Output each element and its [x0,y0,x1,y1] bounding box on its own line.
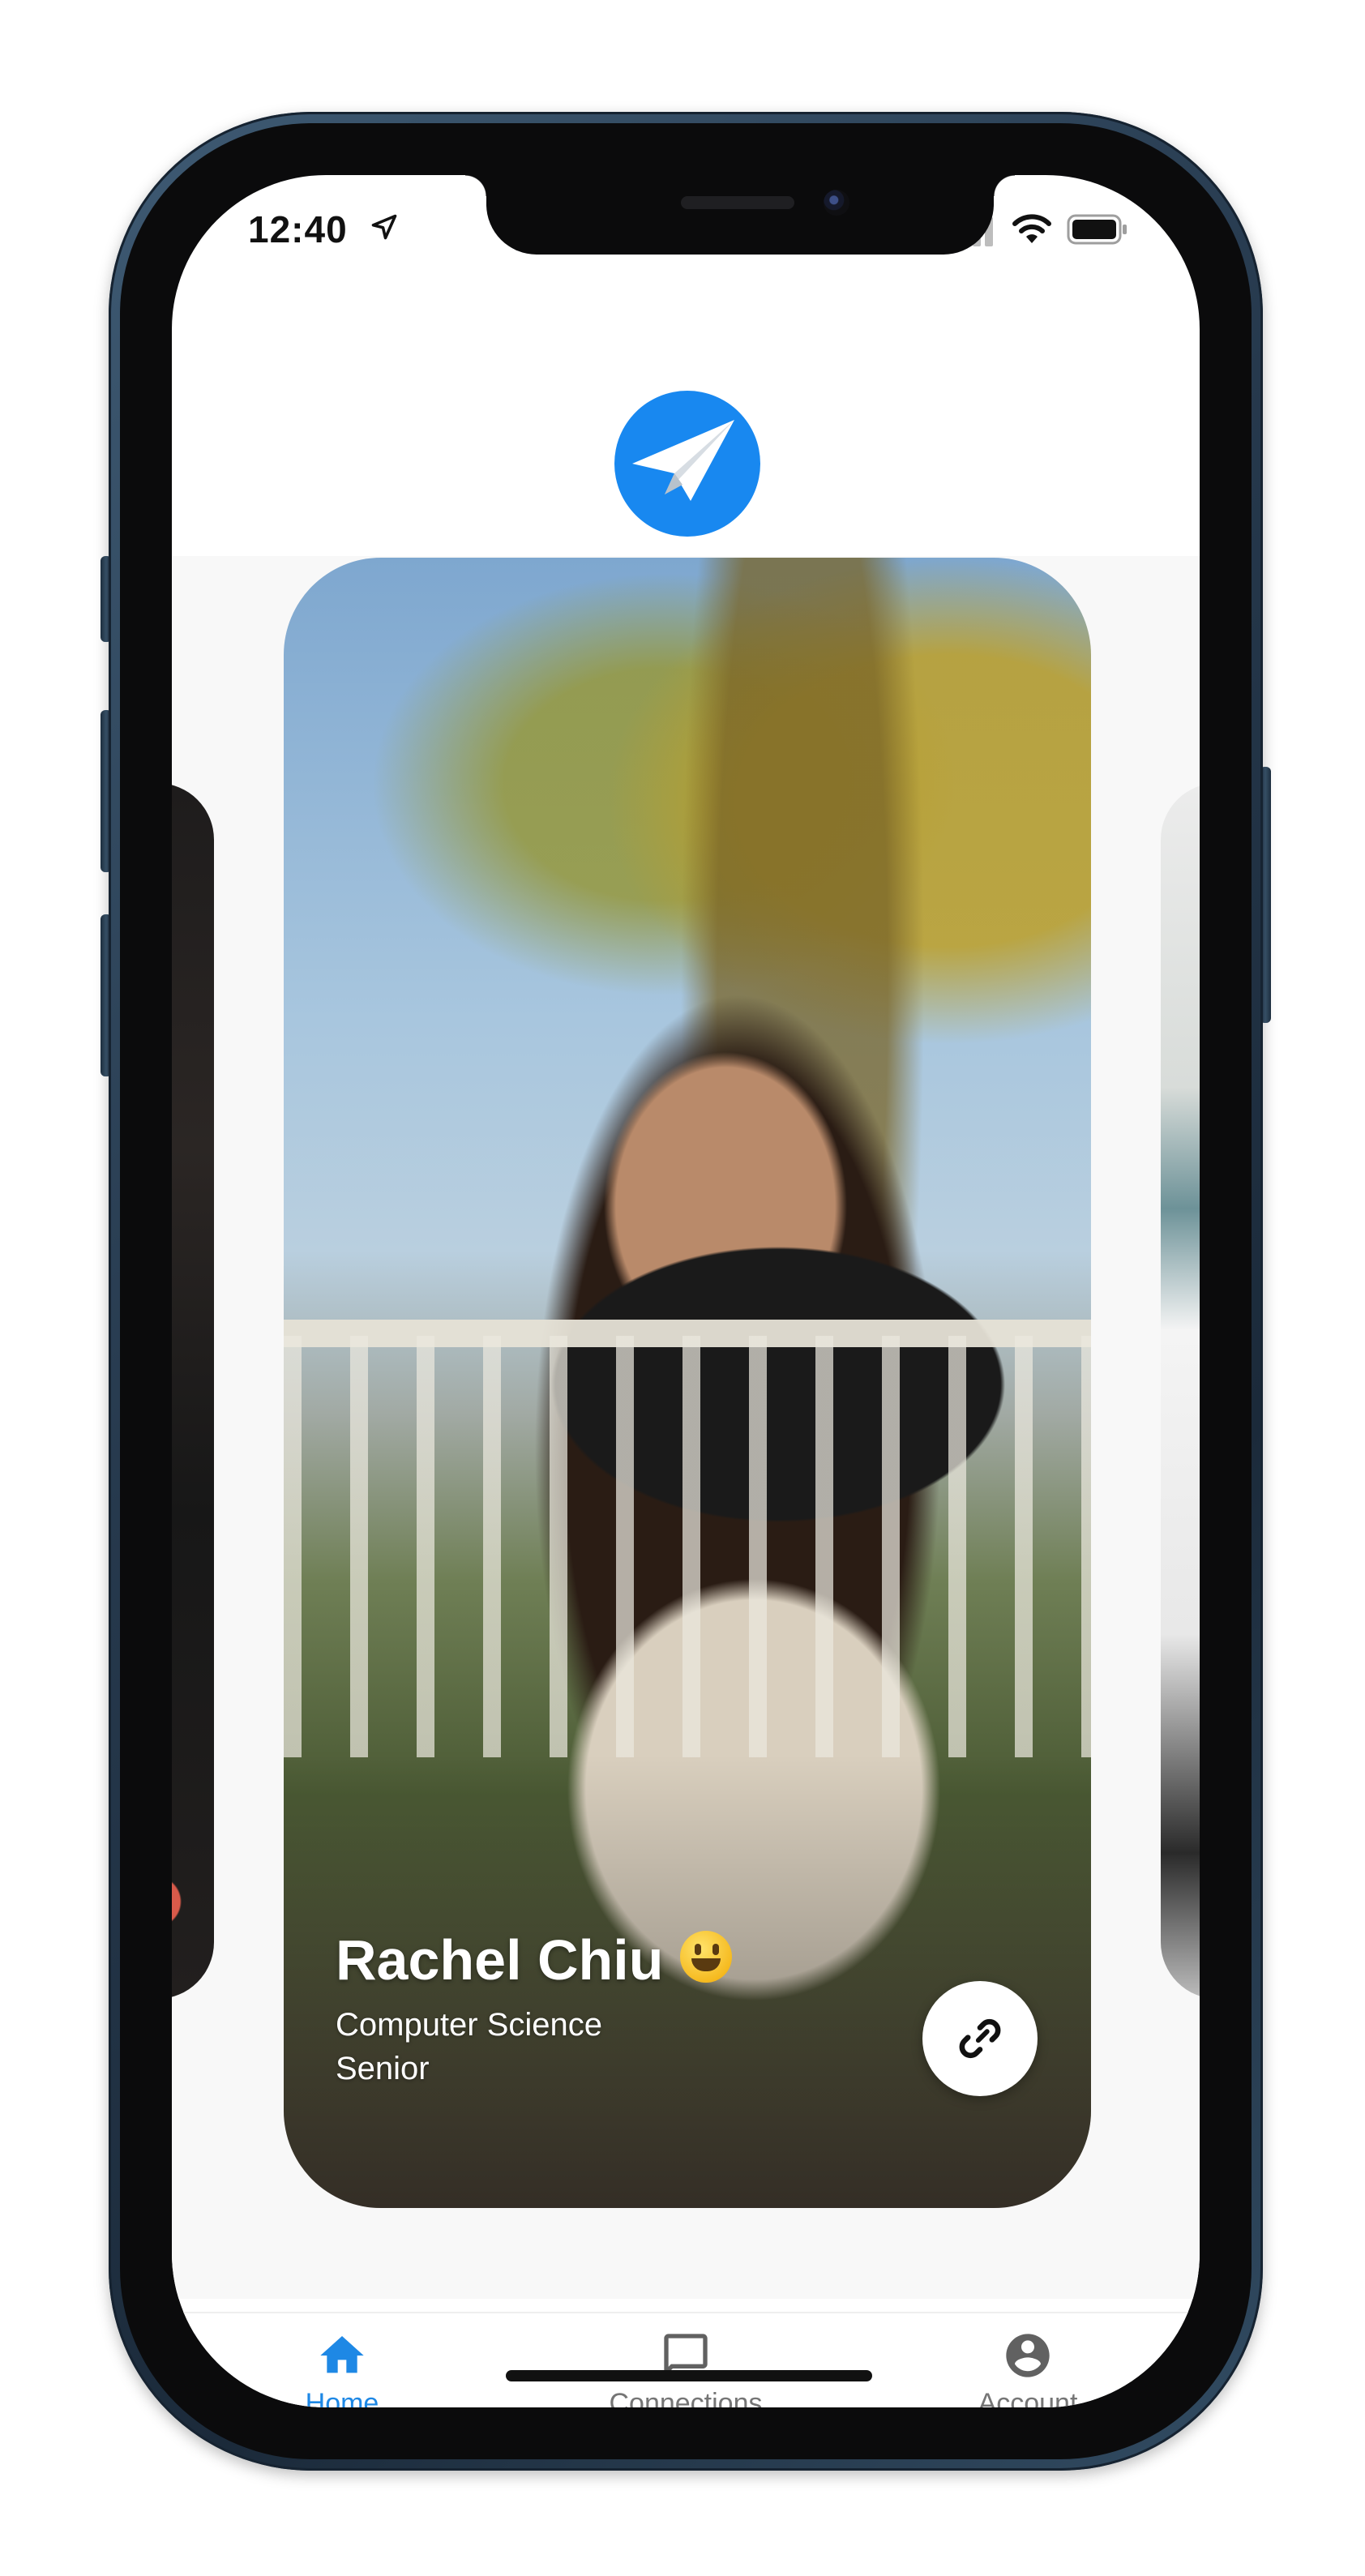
nav-account[interactable]: Account [922,2330,1133,2407]
profile-name: Rachel Chiu [336,1928,664,1992]
grinning-face-emoji [679,1931,732,1983]
profile-year: Senior [336,2051,430,2086]
next-profile-card[interactable] [1161,783,1200,1999]
phone-bezel: 12:40 Rachel Chiu Computer Science Senio… [120,123,1252,2459]
previous-profile-card[interactable] [172,783,214,1999]
battery-icon [1067,214,1127,245]
account-circle-icon [1006,2334,1050,2377]
profile-name-row: Rachel Chiu [336,1928,732,1992]
notch [465,175,1015,255]
photo-railing-balusters [284,1336,1091,1757]
nav-account-label: Account [978,2388,1078,2407]
wifi-icon [1012,214,1051,243]
phone-frame: 12:40 Rachel Chiu Computer Science Senio… [109,112,1263,2471]
nav-connections[interactable]: Connections [580,2330,791,2407]
front-camera [824,190,849,216]
app-logo [614,391,760,537]
profile-carousel[interactable]: Rachel Chiu Computer Science Senior [172,556,1200,2299]
nav-home-label: Home [305,2388,379,2407]
link-icon [959,2018,1001,2059]
status-time: 12:40 [248,208,348,250]
connect-link-button[interactable] [922,1981,1038,2096]
paper-plane-icon [632,420,734,501]
earpiece-speaker [681,196,794,209]
nav-connections-label: Connections [609,2388,763,2407]
home-icon [320,2336,364,2373]
location-arrow-icon [371,214,397,240]
phone-screen: 12:40 Rachel Chiu Computer Science Senio… [172,175,1200,2407]
home-indicator[interactable] [506,2370,872,2381]
profile-card[interactable]: Rachel Chiu Computer Science Senior [284,558,1091,2208]
bottom-navigation: Home Connections Account [172,2312,1200,2407]
profile-major: Computer Science [336,2007,603,2043]
nav-home[interactable]: Home [237,2330,447,2407]
